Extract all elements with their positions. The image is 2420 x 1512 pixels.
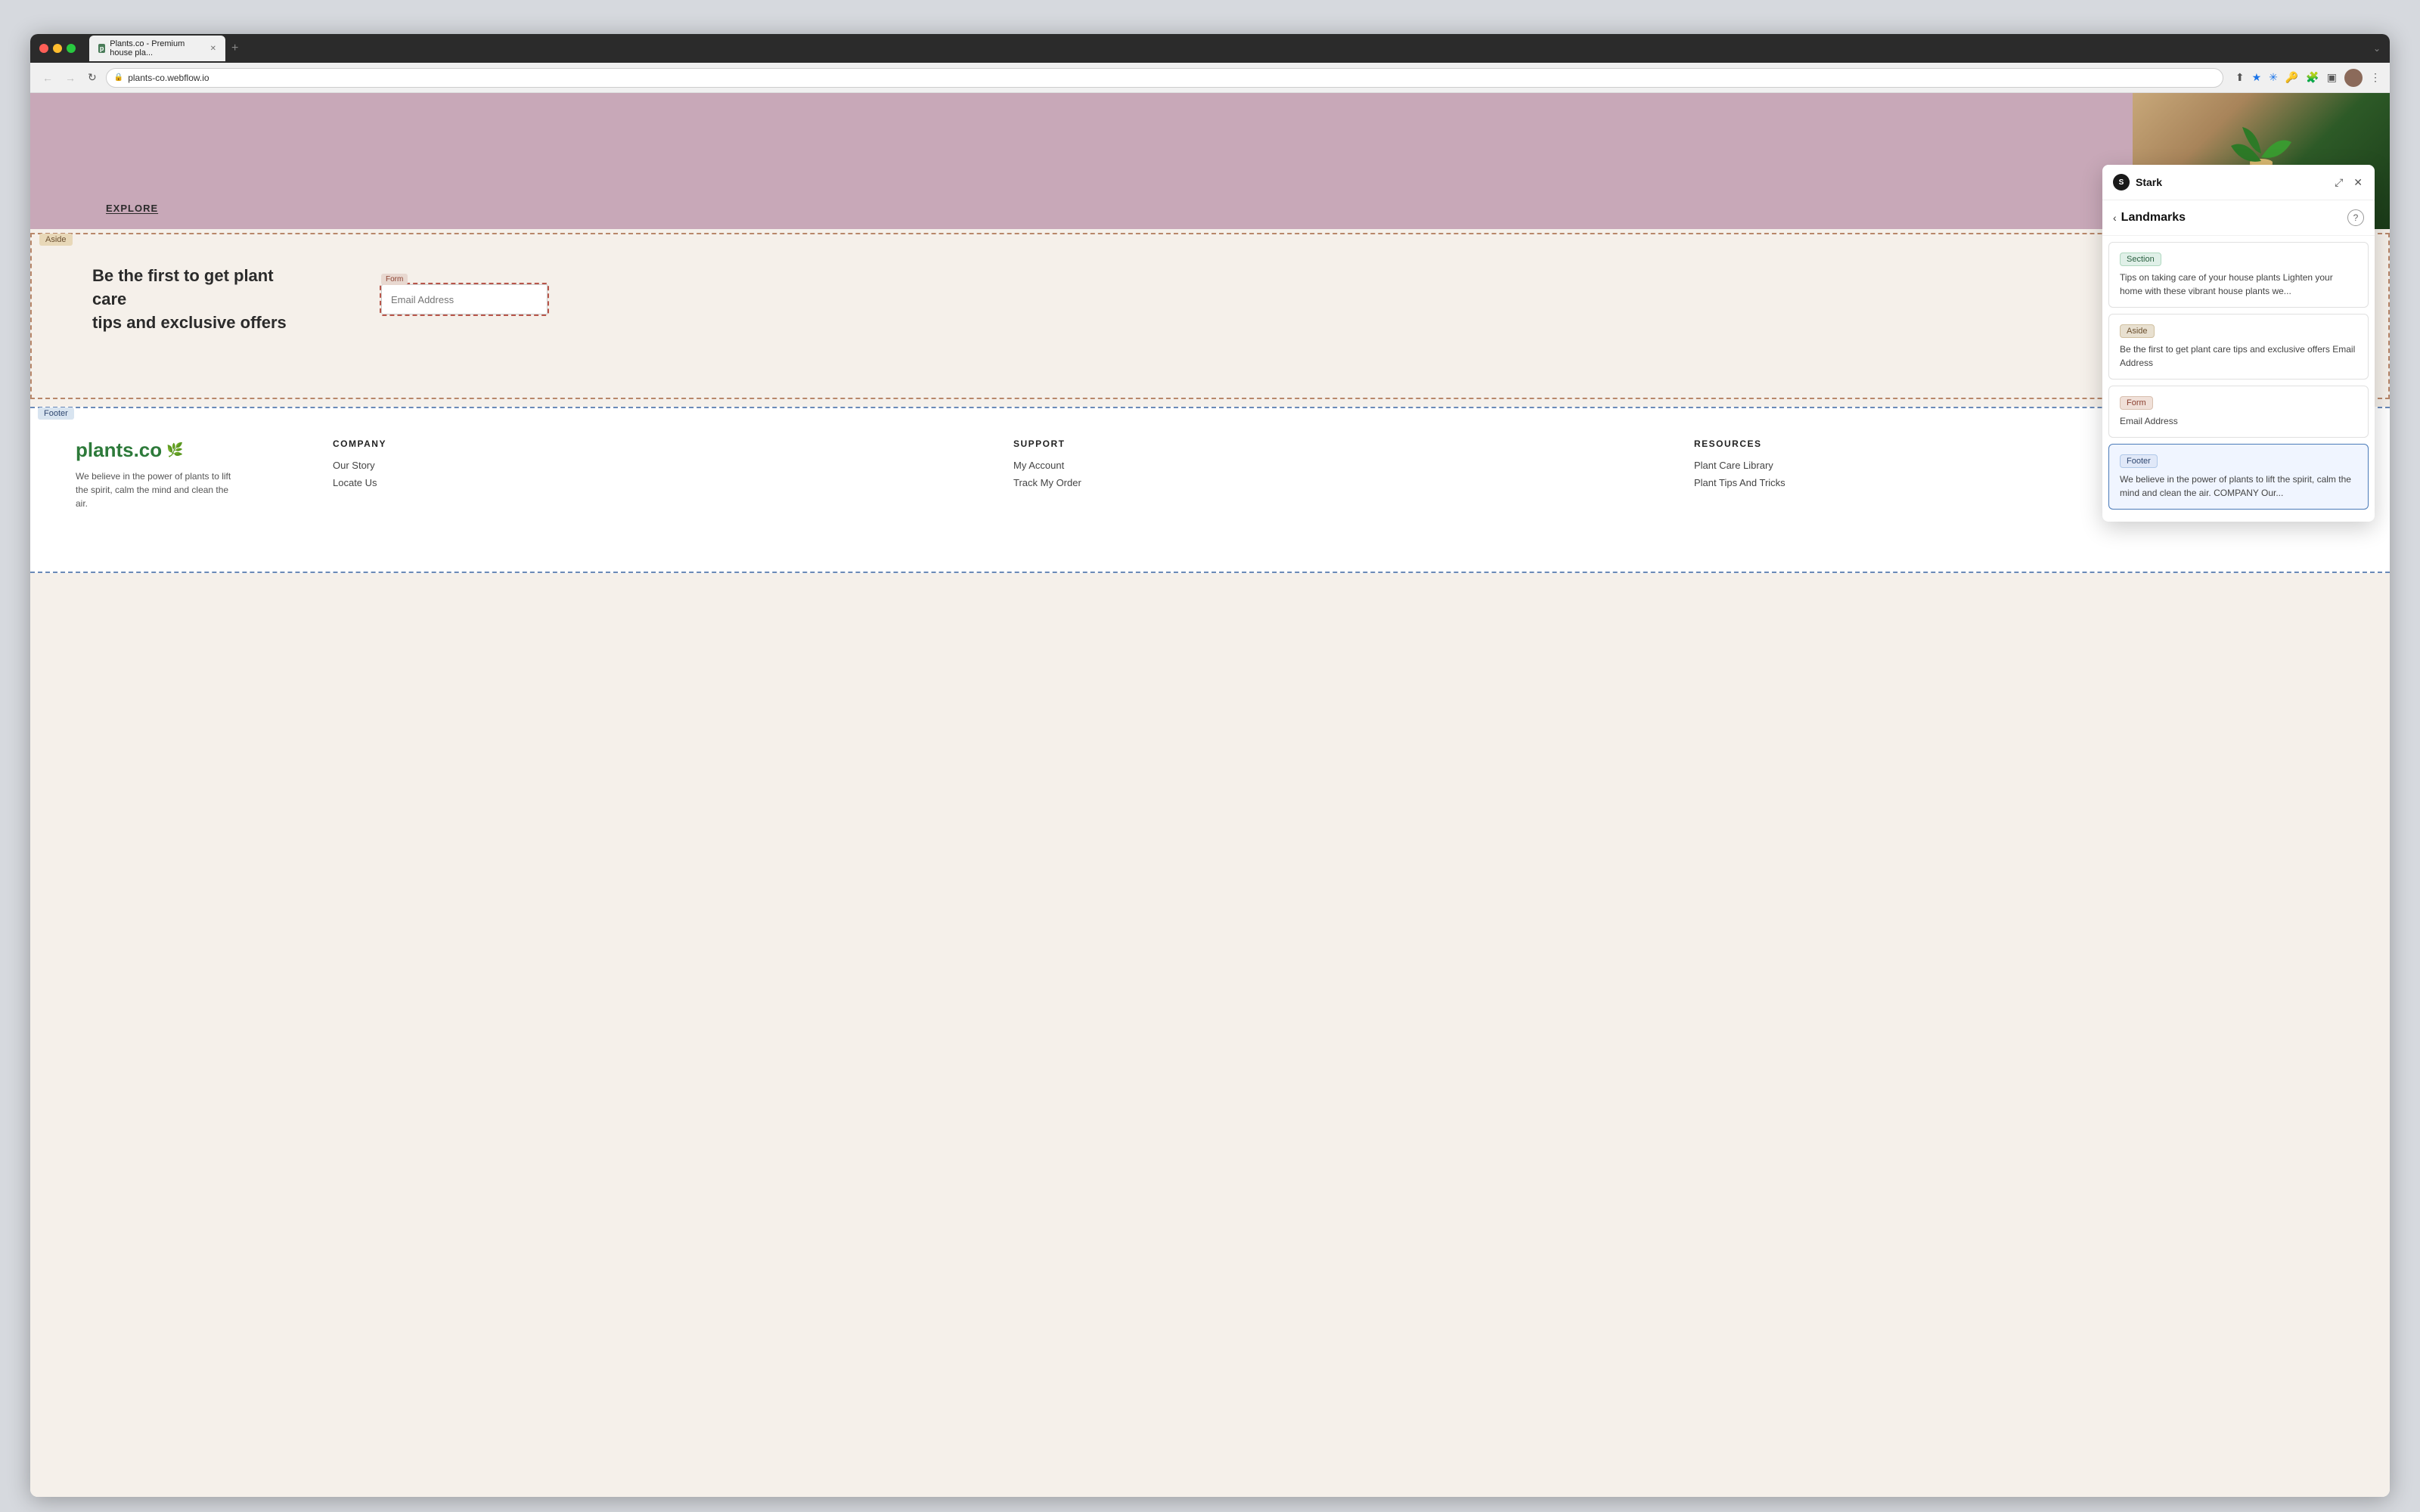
minimize-traffic-light[interactable]	[53, 44, 62, 53]
footer-link-our-story[interactable]: Our Story	[333, 460, 983, 471]
active-tab[interactable]: p Plants.co - Premium house pla... ✕	[89, 36, 225, 61]
stark-logo-icon: S	[2113, 174, 2130, 191]
stark-header-icons: ⤢ ✕	[2333, 175, 2364, 191]
close-panel-button[interactable]: ✕	[2352, 175, 2364, 191]
footer-link-my-account[interactable]: My Account	[1013, 460, 1664, 471]
back-chevron-icon: ‹	[2113, 212, 2117, 224]
form-description: Email Address	[2120, 414, 2357, 428]
explore-link[interactable]: EXPLORE	[106, 203, 158, 214]
stark-landmarks-list: Section Tips on taking care of your hous…	[2102, 236, 2375, 522]
tab-bar: p Plants.co - Premium house pla... ✕ +	[89, 36, 241, 61]
stark-nav: ‹ Landmarks ?	[2102, 200, 2375, 236]
footer-description: We believe in the power of plants to lif…	[2120, 472, 2357, 500]
footer-link-locate-us[interactable]: Locate Us	[333, 477, 983, 488]
form-label: Form	[381, 274, 408, 285]
url-text: plants-co.webflow.io	[128, 73, 209, 83]
stark-panel-title: Landmarks	[2121, 211, 2186, 225]
share-icon[interactable]: ⬆	[2235, 71, 2245, 84]
browser-content: EXPLORE Aside	[30, 93, 2390, 1497]
company-column-title: COMPANY	[333, 438, 983, 449]
lock-icon: 🔒	[114, 73, 123, 82]
support-column: SUPPORT My Account Track My Order	[1013, 438, 1664, 510]
leaf-icon: 🌿	[166, 442, 183, 458]
browser-toolbar: ← → ↻ 🔒 plants-co.webflow.io ⬆ ★ ✳ 🔑 🧩 ▣…	[30, 63, 2390, 93]
hero-section: EXPLORE	[30, 93, 2390, 229]
aside-label: Aside	[39, 234, 73, 246]
support-column-title: SUPPORT	[1013, 438, 1664, 449]
address-bar[interactable]: 🔒 plants-co.webflow.io	[106, 68, 2223, 88]
tab-title: Plants.co - Premium house pla...	[110, 39, 202, 57]
aside-heading: Be the first to get plant care tips and …	[92, 265, 289, 334]
email-form: Form	[380, 283, 549, 316]
email-input[interactable]	[381, 284, 548, 314]
tab-close-button[interactable]: ✕	[210, 45, 216, 53]
footer-label: Footer	[38, 407, 74, 420]
footer-badge: Footer	[2120, 454, 2158, 468]
split-icon[interactable]: ▣	[2327, 71, 2337, 84]
back-button[interactable]: ←	[39, 70, 56, 85]
footer-link-track-order[interactable]: Track My Order	[1013, 477, 1664, 488]
aside-section: Aside Be the first to get plant care tip…	[30, 233, 2390, 399]
footer-section: Footer plants.co 🌿 We believe in the pow…	[30, 407, 2390, 573]
section-description: Tips on taking care of your house plants…	[2120, 271, 2357, 298]
aside-description: Be the first to get plant care tips and …	[2120, 342, 2357, 370]
browser-window: p Plants.co - Premium house pla... ✕ + ⌄…	[30, 34, 2390, 1497]
browser-titlebar: p Plants.co - Premium house pla... ✕ + ⌄	[30, 34, 2390, 63]
brand-logo: plants.co 🌿	[76, 438, 302, 462]
tab-favicon: p	[98, 44, 105, 53]
aside-form-wrapper: Form	[380, 283, 549, 316]
stark-help-button[interactable]: ?	[2347, 209, 2364, 226]
stark-app-name: Stark	[2136, 176, 2162, 188]
close-traffic-light[interactable]	[39, 44, 48, 53]
stark-panel: S Stark ⤢ ✕ ‹ Landmarks ? Section	[2102, 165, 2375, 522]
aside-badge: Aside	[2120, 324, 2155, 338]
forward-button[interactable]: →	[62, 70, 79, 85]
company-column: COMPANY Our Story Locate Us	[333, 438, 983, 510]
traffic-lights	[39, 44, 76, 53]
landmark-aside[interactable]: Aside Be the first to get plant care tip…	[2108, 314, 2369, 380]
landmark-footer[interactable]: Footer We believe in the power of plants…	[2108, 444, 2369, 510]
new-tab-button[interactable]: +	[228, 42, 241, 55]
tab-chevron-icon[interactable]: ⌄	[2373, 43, 2381, 54]
expand-icon[interactable]: ⤢	[2333, 175, 2344, 191]
bookmark-icon[interactable]: ★	[2252, 71, 2262, 84]
landmark-form[interactable]: Form Email Address	[2108, 386, 2369, 438]
profile-avatar[interactable]	[2344, 69, 2363, 87]
extension-icon[interactable]: ✳	[2269, 71, 2278, 84]
menu-icon[interactable]: ⋮	[2370, 71, 2381, 84]
footer-content: plants.co 🌿 We believe in the power of p…	[30, 408, 2390, 541]
toolbar-icons: ⬆ ★ ✳ 🔑 🧩 ▣ ⋮	[2235, 69, 2381, 87]
stark-panel-header: S Stark ⤢ ✕	[2102, 165, 2375, 200]
brand-tagline: We believe in the power of plants to lif…	[76, 469, 242, 510]
refresh-button[interactable]: ↻	[85, 70, 100, 85]
password-icon[interactable]: 🔑	[2285, 71, 2298, 84]
landmark-section[interactable]: Section Tips on taking care of your hous…	[2108, 242, 2369, 308]
aside-content: Be the first to get plant care tips and …	[32, 234, 2388, 364]
brand-column: plants.co 🌿 We believe in the power of p…	[76, 438, 302, 510]
extensions-icon[interactable]: 🧩	[2306, 71, 2319, 84]
form-badge: Form	[2120, 396, 2153, 410]
fullscreen-traffic-light[interactable]	[67, 44, 76, 53]
stark-logo: S Stark	[2113, 174, 2162, 191]
section-badge: Section	[2120, 253, 2161, 266]
stark-back-button[interactable]: ‹ Landmarks	[2113, 211, 2186, 225]
